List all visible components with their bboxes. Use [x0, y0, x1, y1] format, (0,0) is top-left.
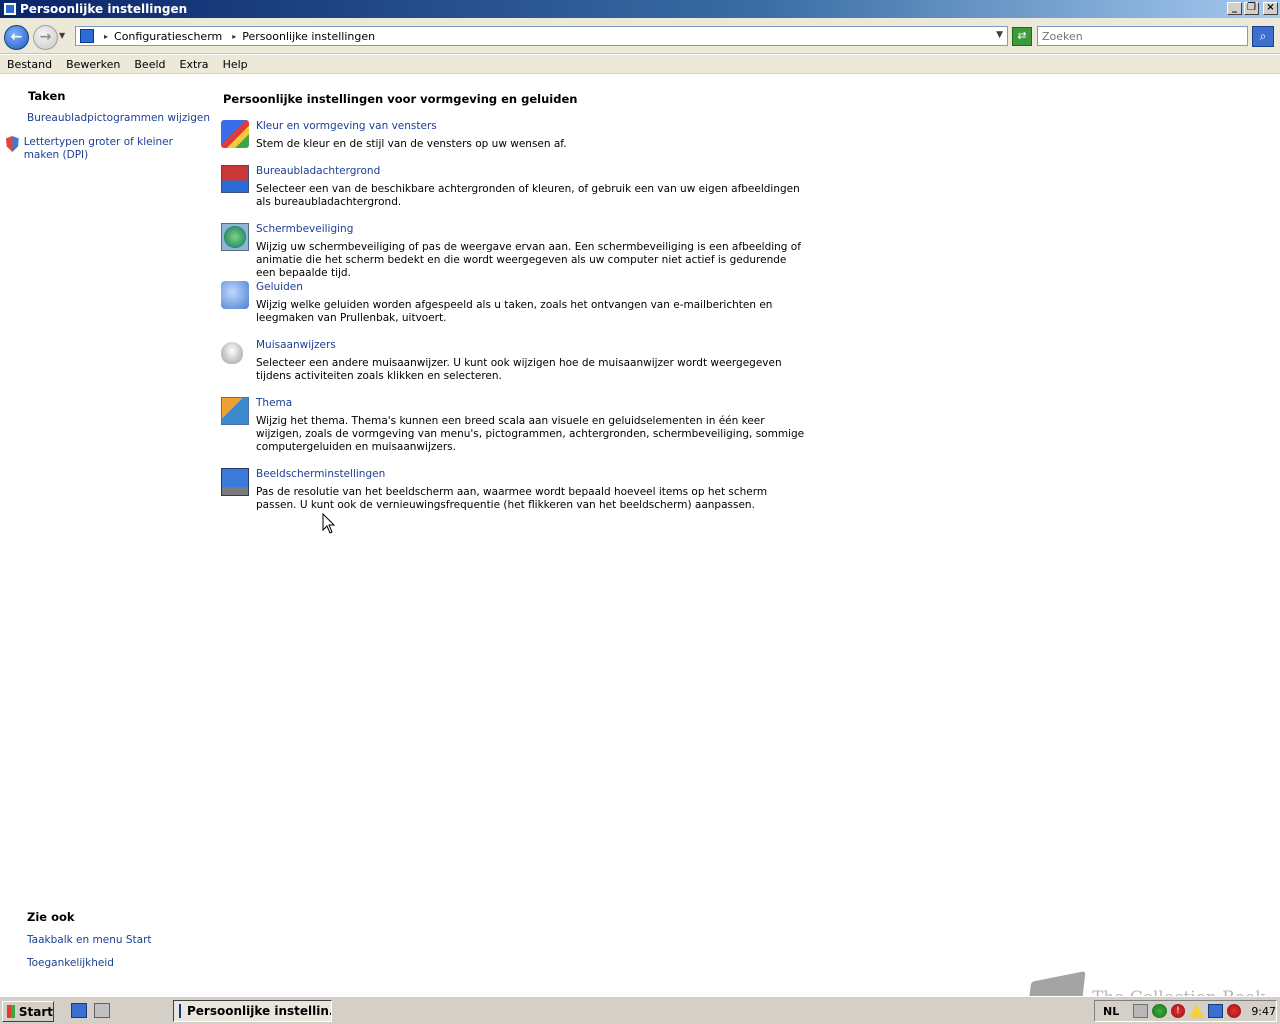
title-bar: Persoonlijke instellingen _ ❐ × [0, 0, 1280, 18]
back-button[interactable]: ← [4, 25, 29, 50]
item-display-settings[interactable]: Beeldscherminstellingen Pas de resolutie… [221, 468, 811, 516]
control-panel-icon [80, 29, 94, 43]
crumb-arrow-icon[interactable]: ▸ [232, 32, 236, 41]
menu-tools[interactable]: Extra [173, 58, 216, 71]
minimize-button[interactable]: _ [1227, 2, 1242, 15]
item-title[interactable]: Beeldscherminstellingen [256, 468, 385, 480]
task-change-desktop-icons[interactable]: Bureaubladpictogrammen wijzigen [27, 112, 210, 124]
windows-logo-icon [7, 1005, 15, 1018]
item-title[interactable]: Muisaanwijzers [256, 339, 336, 351]
app-icon [3, 2, 17, 16]
menu-bar: Bestand Bewerken Beeld Extra Help [0, 55, 1280, 74]
item-desktop-background[interactable]: Bureaubladachtergrond Selecteer een van … [221, 165, 811, 213]
restore-button[interactable]: ❐ [1244, 2, 1259, 15]
see-also-heading: Zie ook [27, 910, 75, 924]
search-input[interactable] [1037, 26, 1248, 46]
item-description: Selecteer een andere muisaanwijzer. U ku… [256, 357, 782, 382]
control-panel-icon [179, 1004, 181, 1018]
address-dropdown-icon[interactable]: ▼ [996, 30, 1003, 40]
page-title: Persoonlijke instellingen voor vormgevin… [223, 92, 578, 106]
item-title[interactable]: Bureaubladachtergrond [256, 165, 380, 177]
menu-file[interactable]: Bestand [0, 58, 59, 71]
menu-edit[interactable]: Bewerken [59, 58, 127, 71]
breadcrumb-personalization[interactable]: Persoonlijke instellingen [242, 30, 375, 43]
security-icon[interactable] [1152, 1004, 1167, 1018]
show-desktop-icon[interactable] [71, 1003, 87, 1018]
keyboard-icon[interactable] [1133, 1004, 1149, 1018]
start-label: Start [18, 1004, 53, 1019]
address-bar[interactable]: ▸ Configuratiescherm ▸ Persoonlijke inst… [75, 26, 1008, 46]
quick-launch-icon[interactable] [94, 1003, 110, 1018]
taskbar-window-label: Persoonlijke instellin... [187, 1004, 332, 1018]
item-description: Wijzig het thema. Thema's kunnen een bre… [256, 415, 805, 453]
warning-icon[interactable] [1189, 1004, 1204, 1018]
item-mouse-pointers[interactable]: Muisaanwijzers Selecteer een andere muis… [221, 339, 811, 387]
item-title[interactable]: Thema [256, 397, 292, 409]
theme-icon [221, 397, 249, 425]
item-color-appearance[interactable]: Kleur en vormgeving van vensters Stem de… [221, 120, 811, 160]
search-button[interactable]: ⌕ [1252, 26, 1274, 47]
item-description: Selecteer een van de beschikbare achterg… [256, 183, 800, 208]
navigation-bar: ← → ▼ ▸ Configuratiescherm ▸ Persoonlijk… [0, 18, 1280, 54]
history-dropdown-icon[interactable]: ▼ [59, 31, 65, 40]
taskbar: Start Persoonlijke instellin... NL ! 9:4… [0, 996, 1280, 1024]
system-tray: NL ! 9:47 [1094, 1000, 1277, 1022]
tasks-heading: Taken [28, 89, 66, 103]
see-also-accessibility[interactable]: Toegankelijkheid [27, 957, 114, 969]
item-description: Pas de resolutie van het beeldscherm aan… [256, 486, 768, 511]
sounds-icon [221, 281, 249, 309]
item-sounds[interactable]: Geluiden Wijzig welke geluiden worden af… [221, 281, 811, 329]
color-appearance-icon [221, 120, 249, 148]
menu-help[interactable]: Help [216, 58, 255, 71]
screensaver-icon [221, 223, 249, 251]
window-title: Persoonlijke instellingen [20, 2, 188, 16]
close-button[interactable]: × [1263, 2, 1278, 15]
task-dpi-row[interactable]: Lettertypen groter of kleiner maken (DPI… [6, 136, 196, 162]
mouse-cursor-icon [322, 513, 336, 534]
forward-button[interactable]: → [33, 25, 58, 50]
start-button[interactable]: Start [2, 1001, 54, 1022]
item-title[interactable]: Kleur en vormgeving van vensters [256, 120, 437, 132]
item-theme[interactable]: Thema Wijzig het thema. Thema's kunnen e… [221, 397, 811, 457]
alert-icon[interactable]: ! [1170, 1004, 1186, 1018]
clock[interactable]: 9:47 [1251, 1005, 1276, 1018]
item-title[interactable]: Geluiden [256, 281, 303, 293]
item-description: Stem de kleur en de stijl van de venster… [256, 138, 567, 150]
item-description: Wijzig uw schermbeveiliging of pas de we… [256, 241, 801, 279]
language-indicator[interactable]: NL [1103, 1005, 1119, 1018]
item-title[interactable]: Schermbeveiliging [256, 223, 353, 235]
item-screensaver[interactable]: Schermbeveiliging Wijzig uw schermbeveil… [221, 223, 811, 279]
display-settings-icon [221, 468, 249, 496]
item-description: Wijzig welke geluiden worden afgespeeld … [256, 299, 773, 324]
crumb-arrow-icon[interactable]: ▸ [104, 32, 108, 41]
network-icon[interactable] [1207, 1004, 1223, 1018]
network-error-icon[interactable] [1226, 1004, 1242, 1018]
breadcrumb-control-panel[interactable]: Configuratiescherm [114, 30, 222, 43]
mouse-pointers-icon [221, 342, 243, 364]
see-also-taskbar[interactable]: Taakbalk en menu Start [27, 934, 152, 946]
menu-view[interactable]: Beeld [127, 58, 172, 71]
refresh-button[interactable]: ⇄ [1012, 27, 1032, 46]
task-change-font-size[interactable]: Lettertypen groter of kleiner maken (DPI… [24, 136, 196, 162]
taskbar-window-button[interactable]: Persoonlijke instellin... [173, 1000, 332, 1022]
window-controls: _ ❐ × [1227, 2, 1278, 15]
shield-icon [6, 136, 19, 152]
desktop-background-icon [221, 165, 249, 193]
